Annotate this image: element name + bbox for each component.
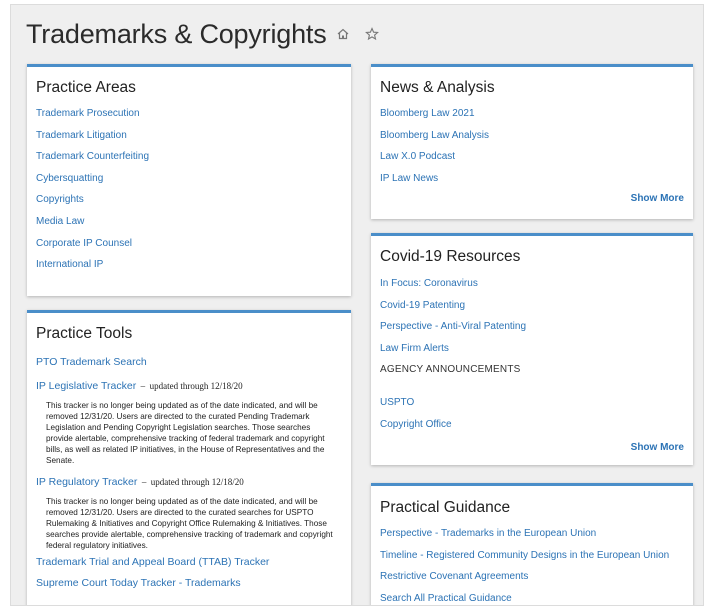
ttab-tracker-link[interactable]: Trademark Trial and Appeal Board (TTAB) …	[36, 556, 343, 568]
news-analysis-card: News & Analysis Bloomberg Law 2021 Bloom…	[371, 64, 693, 219]
news-link[interactable]: Bloomberg Law 2021	[380, 108, 685, 119]
covid-link[interactable]: Law Firm Alerts	[380, 343, 685, 354]
covid-link[interactable]: In Focus: Coronavirus	[380, 278, 685, 289]
ip-regulatory-tracker-link[interactable]: IP Regulatory Tracker	[36, 476, 137, 488]
guidance-link[interactable]: Timeline - Registered Community Designs …	[380, 550, 685, 561]
practice-area-link[interactable]: Copyrights	[36, 194, 343, 205]
dash: –	[140, 381, 146, 391]
agency-announcements-heading: AGENCY ANNOUNCEMENTS	[380, 364, 521, 376]
dash: –	[141, 477, 147, 487]
practice-area-link[interactable]: Trademark Counterfeiting	[36, 151, 343, 162]
practice-area-link[interactable]: International IP	[36, 259, 343, 270]
covid-link[interactable]: Covid-19 Patenting	[380, 300, 685, 311]
practice-area-link[interactable]: Cybersquatting	[36, 173, 343, 184]
page-frame: Trademarks & Copyrights Practice Areas T…	[10, 4, 704, 606]
practice-area-link[interactable]: Trademark Litigation	[36, 130, 343, 141]
practice-area-link[interactable]: Media Law	[36, 216, 343, 227]
updated-date: updated through 12/18/20	[150, 477, 244, 487]
legislative-tracker-row: IP Legislative Tracker – updated through…	[36, 376, 343, 394]
news-analysis-heading: News & Analysis	[380, 79, 495, 96]
covid-link[interactable]: Perspective - Anti-Viral Patenting	[380, 321, 685, 332]
covid-resources-card: Covid-19 Resources In Focus: Coronavirus…	[371, 233, 693, 465]
practical-guidance-card: Practical Guidance Perspective - Tradema…	[371, 483, 693, 605]
legislative-tracker-description: This tracker is no longer being updated …	[46, 401, 325, 465]
news-link[interactable]: IP Law News	[380, 173, 685, 184]
practical-guidance-heading: Practical Guidance	[380, 499, 511, 516]
practice-area-link[interactable]: Trademark Prosecution	[36, 108, 343, 119]
practice-areas-heading: Practice Areas	[36, 79, 136, 96]
agency-link[interactable]: USPTO	[380, 397, 685, 408]
practice-areas-card: Practice Areas Trademark Prosecution Tra…	[27, 64, 351, 296]
page-title: Trademarks & Copyrights	[26, 19, 327, 49]
updated-date: updated through 12/18/20	[149, 381, 243, 391]
covid-resources-heading: Covid-19 Resources	[380, 248, 521, 265]
ip-legislative-tracker-link[interactable]: IP Legislative Tracker	[36, 380, 136, 392]
practice-tools-heading: Practice Tools	[36, 325, 133, 342]
news-link[interactable]: Bloomberg Law Analysis	[380, 130, 685, 141]
agency-link[interactable]: Copyright Office	[380, 419, 685, 430]
regulatory-tracker-description: This tracker is no longer being updated …	[46, 497, 333, 550]
supreme-court-tracker-link[interactable]: Supreme Court Today Tracker - Trademarks	[36, 577, 343, 589]
news-show-more-link[interactable]: Show More	[631, 193, 684, 204]
guidance-link[interactable]: Restrictive Covenant Agreements	[380, 571, 685, 582]
pto-trademark-search-link[interactable]: PTO Trademark Search	[36, 356, 343, 368]
guidance-link[interactable]: Search All Practical Guidance	[380, 593, 685, 604]
regulatory-tracker-row: IP Regulatory Tracker – updated through …	[36, 472, 343, 490]
news-link[interactable]: Law X.0 Podcast	[380, 151, 685, 162]
star-icon[interactable]	[365, 27, 379, 41]
home-icon[interactable]	[336, 27, 350, 41]
guidance-link[interactable]: Perspective - Trademarks in the European…	[380, 528, 685, 539]
practice-area-link[interactable]: Corporate IP Counsel	[36, 238, 343, 249]
practice-tools-card: Practice Tools PTO Trademark Search IP L…	[27, 310, 351, 605]
covid-show-more-link[interactable]: Show More	[631, 442, 684, 453]
